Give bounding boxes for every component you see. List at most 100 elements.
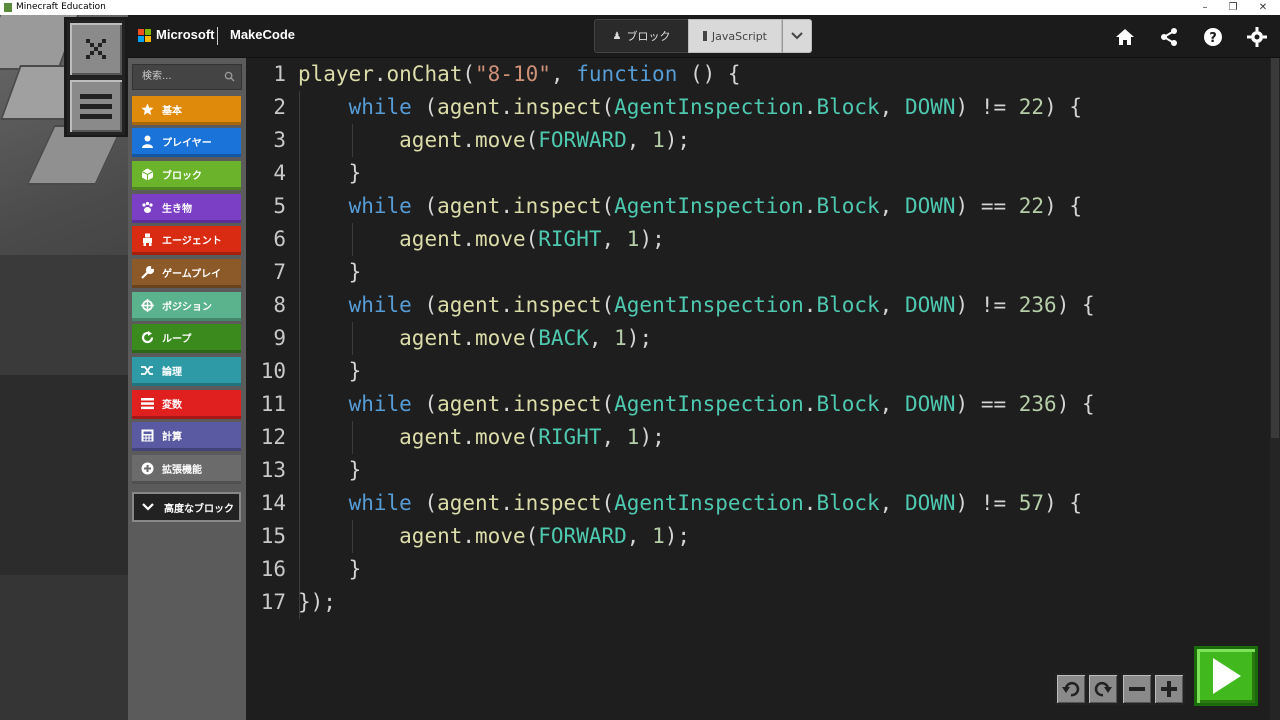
- toolbox-search-input[interactable]: 検索...: [132, 64, 242, 90]
- code-line[interactable]: 10 }: [246, 355, 1280, 388]
- minimize-button[interactable]: –: [1190, 0, 1220, 15]
- help-icon[interactable]: ?: [1203, 27, 1223, 47]
- tab-blocks[interactable]: ♟ ブロック: [594, 19, 688, 53]
- category-label: 計算: [162, 431, 182, 443]
- category-extensions[interactable]: 拡張機能: [132, 455, 241, 484]
- redo-button[interactable]: [1087, 673, 1119, 705]
- makecode-brand[interactable]: MakeCode: [230, 27, 295, 42]
- code-token: 1: [652, 128, 665, 152]
- category-player[interactable]: プレイヤー: [132, 128, 241, 157]
- category-blocks[interactable]: ブロック: [132, 161, 241, 190]
- code-token: move: [475, 227, 526, 251]
- category-logic[interactable]: 論理: [132, 357, 241, 386]
- close-window-button[interactable]: ✕: [1248, 0, 1278, 15]
- code-token: .: [462, 425, 476, 449]
- category-loops[interactable]: ループ: [132, 324, 241, 353]
- code-token: FORWARD: [538, 128, 627, 152]
- close-editor-button[interactable]: [67, 20, 125, 78]
- code-line[interactable]: 2 while (agent.inspect(AgentInspection.B…: [246, 91, 1280, 124]
- advanced-blocks-toggle[interactable]: 高度なブロック: [132, 492, 241, 522]
- code-line[interactable]: 7 }: [246, 256, 1280, 289]
- zoom-out-button[interactable]: [1121, 673, 1153, 705]
- code-token: ) !=: [955, 95, 1019, 119]
- code-token: ,: [550, 62, 577, 86]
- code-token: AgentInspection: [614, 194, 804, 218]
- code-token: .: [500, 194, 513, 218]
- code-editor[interactable]: 1 player.onChat("8-10", function () {2 wh…: [246, 58, 1280, 720]
- category-label: 変数: [162, 399, 182, 411]
- settings-gear-icon[interactable]: [1247, 27, 1267, 47]
- code-token: AgentInspection: [614, 491, 804, 515]
- share-icon[interactable]: [1159, 27, 1179, 47]
- code-token: 236: [1018, 392, 1057, 416]
- language-dropdown[interactable]: [782, 19, 812, 53]
- code-line[interactable]: 13 }: [246, 454, 1280, 487]
- code-token: DOWN: [904, 95, 956, 119]
- restore-button[interactable]: ❐: [1218, 0, 1248, 15]
- shuffle-icon: [140, 363, 154, 377]
- category-label: 基本: [162, 105, 182, 117]
- search-icon: [224, 71, 235, 82]
- category-positions[interactable]: ポジション: [132, 292, 241, 321]
- tab-javascript[interactable]: JavaScript: [688, 19, 782, 53]
- code-token: ) !=: [955, 491, 1019, 515]
- code-line[interactable]: 1 player.onChat("8-10", function () {: [246, 58, 1280, 91]
- code-token: (: [601, 293, 615, 317]
- code-line[interactable]: 17});: [246, 586, 1280, 619]
- indent-guide: [352, 124, 353, 157]
- code-line[interactable]: 3 agent.move(FORWARD, 1);: [246, 124, 1280, 157]
- code-token: .: [462, 227, 476, 251]
- line-number: 3: [273, 128, 286, 152]
- code-token: agent: [399, 128, 463, 152]
- undo-button[interactable]: [1055, 673, 1087, 705]
- calculator-icon: [140, 428, 154, 442]
- category-math[interactable]: 計算: [132, 422, 241, 451]
- category-variables[interactable]: 変数: [132, 390, 241, 419]
- code-token: move: [475, 128, 526, 152]
- code-line[interactable]: 16 }: [246, 553, 1280, 586]
- code-text: while (agent.inspect(AgentInspection.Blo…: [298, 487, 1082, 520]
- indent-guide: [299, 91, 300, 619]
- code-token: ,: [879, 194, 905, 218]
- list-icon: [140, 396, 154, 410]
- code-line[interactable]: 5 while (agent.inspect(AgentInspection.B…: [246, 190, 1280, 223]
- category-agent[interactable]: エージェント: [132, 226, 241, 255]
- code-line[interactable]: 4 }: [246, 157, 1280, 190]
- code-token: ) {: [1044, 491, 1082, 515]
- run-code-button[interactable]: [1194, 646, 1258, 706]
- code-line[interactable]: 9 agent.move(BACK, 1);: [246, 322, 1280, 355]
- code-line[interactable]: 12 agent.move(RIGHT, 1);: [246, 421, 1280, 454]
- menu-button[interactable]: [67, 77, 125, 135]
- indent-guide: [352, 421, 353, 454]
- code-line[interactable]: 11 while (agent.inspect(AgentInspection.…: [246, 388, 1280, 421]
- code-line[interactable]: 14 while (agent.inspect(AgentInspection.…: [246, 487, 1280, 520]
- code-token: while: [348, 491, 412, 515]
- category-mobs[interactable]: 生き物: [132, 194, 241, 223]
- code-token: agent: [399, 326, 463, 350]
- scrollbar-thumb[interactable]: [1271, 58, 1279, 438]
- code-line[interactable]: 8 while (agent.inspect(AgentInspection.B…: [246, 289, 1280, 322]
- code-token: ) {: [1056, 293, 1095, 317]
- code-line[interactable]: 15 agent.move(FORWARD, 1);: [246, 520, 1280, 553]
- code-token: agent: [437, 491, 501, 515]
- code-token: move: [475, 425, 526, 449]
- category-basic[interactable]: 基本: [132, 96, 241, 125]
- zoom-in-button[interactable]: [1153, 673, 1185, 705]
- puzzle-icon: ♟: [612, 30, 622, 42]
- category-gameplay[interactable]: ゲームプレイ: [132, 259, 241, 288]
- editor-scrollbar[interactable]: [1270, 58, 1280, 720]
- code-token: .: [462, 128, 476, 152]
- code-token: ,: [879, 293, 905, 317]
- home-icon[interactable]: [1115, 27, 1135, 47]
- code-token: ) ==: [955, 392, 1019, 416]
- code-token: }: [298, 557, 362, 581]
- code-line[interactable]: 6 agent.move(RIGHT, 1);: [246, 223, 1280, 256]
- line-number: 17: [260, 590, 286, 614]
- code-token: ,: [601, 425, 627, 449]
- code-token: );: [639, 425, 665, 449]
- code-text: agent.move(RIGHT, 1);: [298, 223, 665, 256]
- code-token: .: [500, 392, 513, 416]
